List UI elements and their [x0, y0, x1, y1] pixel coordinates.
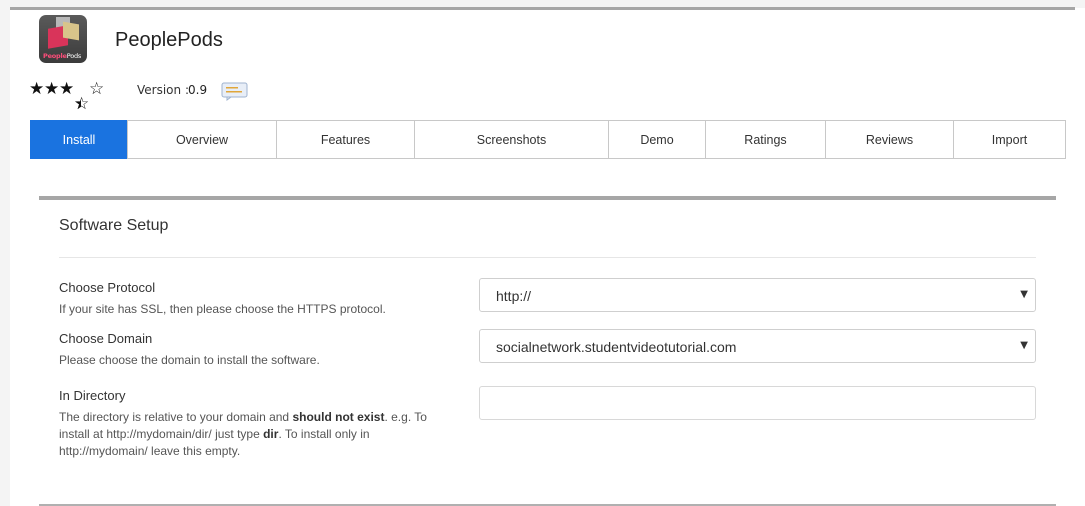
version-value: 0.9: [188, 83, 208, 97]
star-empty-icon: ☆: [89, 79, 105, 99]
domain-select[interactable]: socialnetwork.studentvideotutorial.com ▼: [479, 329, 1036, 363]
tab-features[interactable]: Features: [276, 120, 415, 159]
domain-label: Choose Domain: [59, 331, 153, 346]
rating-stars: ★★★☆★☆: [29, 79, 105, 114]
top-rule: [10, 7, 1075, 10]
star-full-icon: ★: [44, 79, 60, 99]
peoplepods-logo-icon: PeoplePods: [39, 15, 87, 63]
tab-overview[interactable]: Overview: [127, 120, 277, 159]
protocol-help: If your site has SSL, then please choose…: [59, 302, 386, 316]
app-title: PeoplePods: [115, 29, 223, 51]
star-full-icon: ★: [29, 79, 45, 99]
panel-top-rule: [39, 196, 1056, 200]
directory-help: The directory is relative to your domain…: [59, 410, 427, 458]
version-label: Version :: [137, 83, 189, 97]
star-full-icon: ★: [59, 79, 75, 99]
directory-input[interactable]: [479, 386, 1036, 420]
domain-help: Please choose the domain to install the …: [59, 353, 320, 367]
tab-import[interactable]: Import: [953, 120, 1066, 159]
dropdown-arrow-icon: ▼: [1020, 340, 1028, 351]
domain-select-value: socialnetwork.studentvideotutorial.com: [496, 339, 737, 355]
comment-icon[interactable]: [221, 82, 248, 101]
tab-ratings[interactable]: Ratings: [705, 120, 826, 159]
left-margin: [0, 0, 10, 506]
protocol-select-value: http://: [496, 288, 532, 304]
protocol-label: Choose Protocol: [59, 280, 156, 295]
tab-demo[interactable]: Demo: [608, 120, 706, 159]
star-half-icon: ☆★: [74, 94, 90, 114]
section-title: Software Setup: [59, 217, 169, 234]
tab-screenshots[interactable]: Screenshots: [414, 120, 609, 159]
protocol-select[interactable]: http:// ▼: [479, 278, 1036, 312]
dropdown-arrow-icon: ▼: [1020, 289, 1028, 300]
directory-label: In Directory: [59, 388, 126, 403]
tab-install[interactable]: Install: [30, 120, 128, 159]
tab-reviews[interactable]: Reviews: [825, 120, 954, 159]
section-divider: [59, 257, 1036, 258]
